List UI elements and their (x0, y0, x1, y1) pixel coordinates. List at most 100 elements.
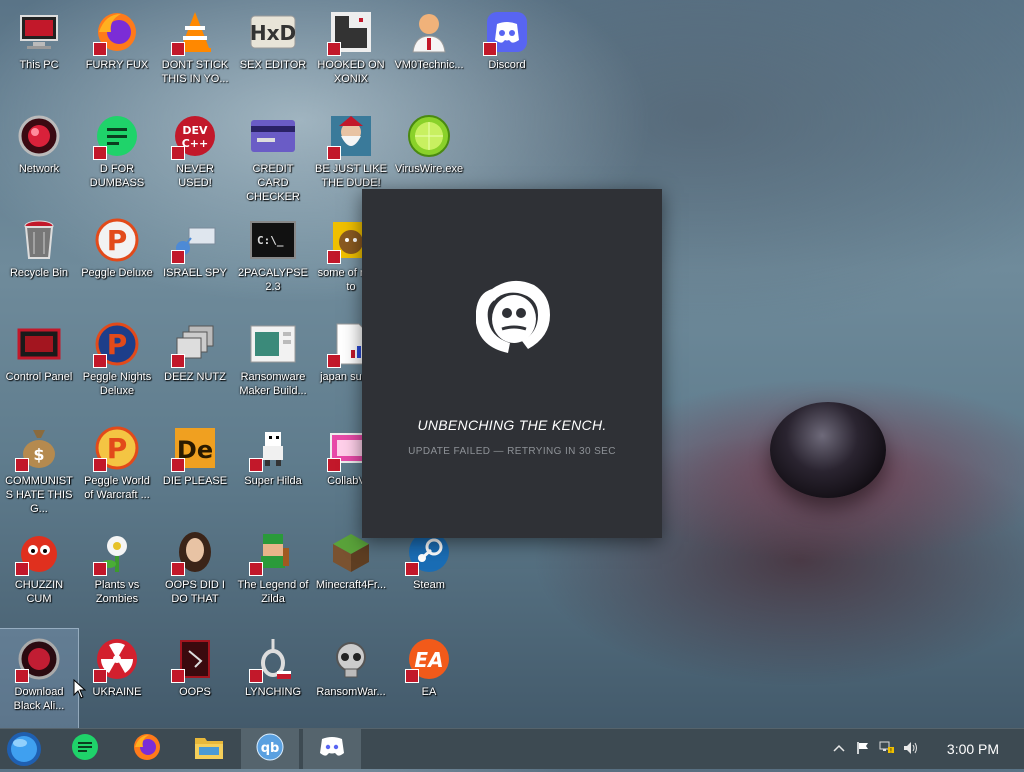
desktop-icon-oops-did-i[interactable]: OOPS DID I DO THAT (156, 522, 234, 622)
desktop-icon-zilda[interactable]: The Legend of Zilda (234, 522, 312, 622)
desktop-icon-die-please[interactable]: De DIE PLEASE (156, 418, 234, 518)
desktop-icon-label: LYNCHING (244, 686, 302, 698)
svg-text:C:\_: C:\_ (257, 234, 284, 247)
desktop-icon-furry-fux[interactable]: FURRY FUX (78, 2, 156, 102)
desktop-icon-communists[interactable]: $ COMMUNISTS HATE THIS G... (0, 418, 78, 518)
show-hidden-icons-icon[interactable] (830, 739, 848, 757)
note-icon (93, 112, 141, 160)
desktop-icon-label: Super Hilda (244, 475, 302, 487)
shortcut-badge (327, 458, 341, 472)
note-icon (71, 733, 99, 766)
shortcut-badge (171, 669, 185, 683)
de-icon: De (171, 424, 219, 472)
desktop-icon-label: DONT STICK THIS IN YO... (161, 59, 229, 85)
discord-icon (483, 8, 531, 56)
peggle-wow-icon: P (93, 424, 141, 472)
desktop-icon-label: HOOKED ON XONIX (317, 59, 385, 85)
svg-text:C++: C++ (182, 137, 209, 150)
firefox-icon (93, 8, 141, 56)
lime-icon (405, 112, 453, 160)
shortcut-badge (93, 42, 107, 56)
desktop-icon-label: CHUZZIN CUM (14, 579, 64, 605)
taskbar-app-firefox[interactable] (118, 729, 176, 769)
desktop-icon-label: Discord (488, 59, 526, 71)
start-button[interactable] (6, 731, 42, 767)
desktop-icon-2pacalypse[interactable]: C:\_ 2PACALYPSE 2.3 (234, 210, 312, 310)
dude-icon (327, 112, 375, 160)
svg-text:!: ! (890, 748, 892, 755)
desktop-icon-label: Peggle World of Warcraft ... (84, 475, 150, 501)
desktop-icon-network[interactable]: Network (0, 106, 78, 206)
radiation-icon (93, 635, 141, 683)
desktop-icon-ransomwar[interactable]: RansomWar... (312, 629, 390, 729)
desktop-icon-deez-nutz[interactable]: DEEZ NUTZ (156, 314, 234, 414)
desktop-icon-recycle-bin[interactable]: Recycle Bin (0, 210, 78, 310)
shortcut-badge (249, 562, 263, 576)
taskbar-app-discord[interactable] (303, 729, 361, 769)
desktop-icon-label: Ransomware Maker Build... (239, 371, 307, 397)
discord-icon (318, 735, 346, 764)
money-bag-icon: $ (15, 424, 63, 472)
volume-icon[interactable] (902, 739, 920, 757)
vlc-cone-icon (171, 8, 219, 56)
action-center-flag-icon[interactable] (854, 739, 872, 757)
desktop-icon-peggle-wow[interactable]: P Peggle World of Warcraft ... (78, 418, 156, 518)
taskbar-app-notes[interactable] (56, 729, 114, 769)
hxd-icon: HxD (249, 8, 297, 56)
desktop-icon-label: VirusWire.exe (394, 163, 464, 175)
desktop-icon-control-panel[interactable]: Control Panel (0, 314, 78, 414)
svg-text:DEV: DEV (182, 124, 208, 137)
doctor-icon (405, 8, 453, 56)
desktop-icon-label: EA (421, 686, 437, 698)
shortcut-badge (327, 42, 341, 56)
shortcut-badge (249, 458, 263, 472)
desktop-icon-download-black[interactable]: Download Black Ali... (0, 628, 79, 730)
desktop-icon-peggle-deluxe[interactable]: P Peggle Deluxe (78, 210, 156, 310)
pixel-character-icon (249, 424, 297, 472)
desktop-icon-label: Plants vs Zombies (94, 579, 140, 605)
desktop-icon-chuzzin[interactable]: CHUZZIN CUM (0, 522, 78, 622)
desktop-icon-peggle-nights[interactable]: P Peggle Nights Deluxe (78, 314, 156, 414)
desktop-icon-ukraine[interactable]: UKRAINE (78, 629, 156, 729)
shortcut-badge (93, 669, 107, 683)
desktop-icon-lynching[interactable]: LYNCHING (234, 629, 312, 729)
shortcut-badge (171, 458, 185, 472)
desktop-icon-sex-editor[interactable]: HxD SEX EDITOR (234, 2, 312, 102)
svg-text:qb: qb (261, 741, 280, 756)
shortcut-badge (327, 250, 341, 264)
dialog-status: UPDATE FAILED — RETRYING IN 30 SEC (408, 446, 616, 457)
desktop-icon-label: COMMUNISTS HATE THIS G... (5, 475, 73, 515)
portrait-icon (171, 528, 219, 576)
desktop-icon-credit-card[interactable]: CREDIT CARD CHECKER (234, 106, 312, 206)
desktop-icon-label: Control Panel (5, 371, 73, 383)
control-panel-icon (15, 320, 63, 368)
book-icon (171, 635, 219, 683)
desktop-icon-xonix[interactable]: HOOKED ON XONIX (312, 2, 390, 102)
dialog-title: UNBENCHING THE KENCH. (417, 417, 607, 433)
shortcut-badge (483, 42, 497, 56)
desktop-icon-dont-stick[interactable]: DONT STICK THIS IN YO... (156, 2, 234, 102)
network-icon[interactable]: ! (878, 739, 896, 757)
terminal-icon: C:\_ (249, 216, 297, 264)
desktop-icon-oops[interactable]: OOPS (156, 629, 234, 729)
credit-card-icon (249, 112, 297, 160)
desktop-icon-label: UKRAINE (92, 686, 142, 698)
desktop-icon-label: Steam (413, 579, 445, 591)
desktop-icon-never-used[interactable]: DEV C++ NEVER USED! (156, 106, 234, 206)
desktop-icon-vm0technic[interactable]: VM0Technic... (390, 2, 468, 102)
shortcut-badge (171, 354, 185, 368)
desktop-icon-label: NEVER USED! (176, 163, 214, 189)
desktop-icon-pvz[interactable]: Plants vs Zombies (78, 522, 156, 622)
desktop-icon-ransomware-maker[interactable]: Ransomware Maker Build... (234, 314, 312, 414)
desktop-icon-israel-spy[interactable]: ISRAEL SPY (156, 210, 234, 310)
folder-icon (194, 734, 224, 765)
desktop-icon-d-for-dumbass[interactable]: D FOR DUMBASS (78, 106, 156, 206)
taskbar-app-qbittorrent[interactable]: qb (241, 729, 299, 769)
taskbar-clock[interactable]: 3:00 PM (938, 741, 1008, 757)
taskbar: qb ! 3:00 PM (0, 728, 1024, 769)
desktop-icon-discord[interactable]: Discord (468, 2, 546, 102)
desktop-icon-super-hilda[interactable]: Super Hilda (234, 418, 312, 518)
desktop-icon-ea[interactable]: EA EA (390, 629, 468, 729)
taskbar-app-explorer[interactable] (180, 729, 238, 769)
desktop-icon-this-pc[interactable]: This PC (0, 2, 78, 102)
